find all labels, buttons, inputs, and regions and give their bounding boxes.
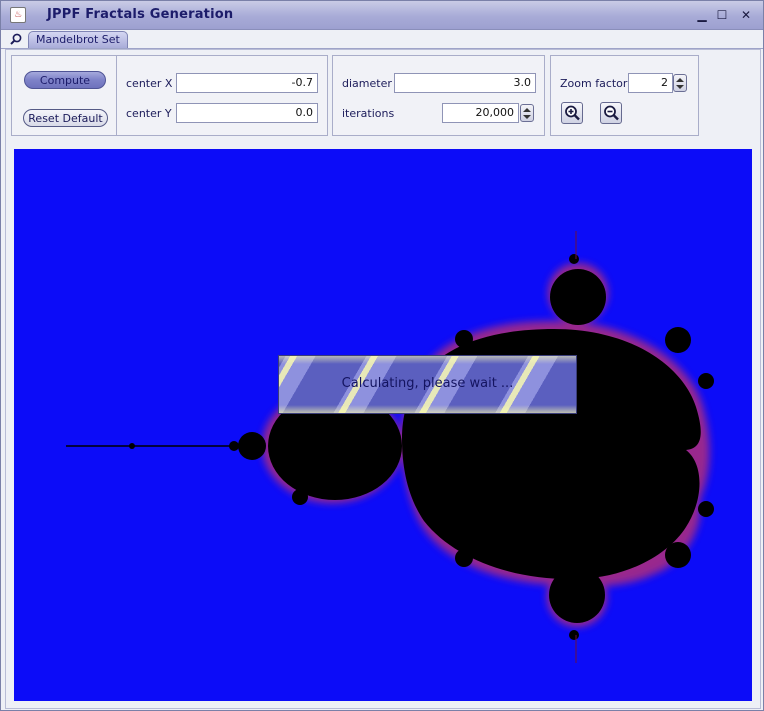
tab-mandelbrot-set[interactable]: Mandelbrot Set	[28, 31, 128, 48]
spinner-up-icon[interactable]	[523, 108, 531, 112]
mandelbrot-image	[66, 231, 714, 663]
zoom-panel: Zoom factor 2	[550, 55, 699, 136]
center-y-label: center Y	[126, 107, 172, 120]
iterations-input[interactable]: 20,000	[442, 103, 519, 123]
progress-message: Calculating, please wait ...	[341, 376, 514, 391]
zoom-factor-input[interactable]: 2	[628, 73, 673, 93]
maximize-icon[interactable]: ☐	[715, 8, 729, 22]
app-window: ♨ JPPF Fractals Generation ▁ ☐ ✕ Mandelb…	[0, 0, 764, 711]
actions-panel: Compute Reset Default	[11, 55, 118, 136]
window-title: JPPF Fractals Generation	[47, 7, 234, 22]
zoom-in-button[interactable]	[561, 102, 583, 124]
compute-button[interactable]: Compute	[24, 71, 106, 89]
tab-strip: Mandelbrot Set	[1, 30, 763, 49]
parameters-panel: diameter 3.0 iterations 20,000	[332, 55, 545, 136]
close-icon[interactable]: ✕	[739, 8, 753, 22]
center-x-label: center X	[126, 77, 173, 90]
diameter-input[interactable]: 3.0	[394, 73, 536, 93]
zoom-out-icon	[604, 105, 619, 121]
fractal-canvas[interactable]: Calculating, please wait ...	[14, 149, 752, 701]
minimize-icon[interactable]: ▁	[695, 8, 709, 22]
spinner-down-icon[interactable]	[523, 115, 531, 119]
progress-indicator: Calculating, please wait ...	[278, 355, 577, 414]
zoom-factor-label: Zoom factor	[560, 77, 628, 90]
zoom-in-icon	[565, 105, 580, 121]
java-app-icon[interactable]: ♨	[10, 7, 26, 23]
reset-default-button[interactable]: Reset Default	[23, 109, 108, 127]
zoom-out-button[interactable]	[600, 102, 622, 124]
iterations-spinner[interactable]	[520, 104, 534, 122]
search-icon	[10, 33, 22, 45]
spinner-down-icon[interactable]	[676, 85, 684, 89]
center-panel: center X -0.7 center Y 0.0	[116, 55, 328, 136]
zoom-factor-spinner[interactable]	[673, 74, 687, 92]
diameter-label: diameter	[342, 77, 392, 90]
title-bar[interactable]: ♨ JPPF Fractals Generation ▁ ☐ ✕	[1, 1, 763, 30]
iterations-label: iterations	[342, 107, 395, 120]
tab-content: Compute Reset Default center X -0.7 cent…	[5, 49, 761, 709]
spinner-up-icon[interactable]	[676, 78, 684, 82]
center-x-input[interactable]: -0.7	[176, 73, 318, 93]
center-y-input[interactable]: 0.0	[176, 103, 318, 123]
